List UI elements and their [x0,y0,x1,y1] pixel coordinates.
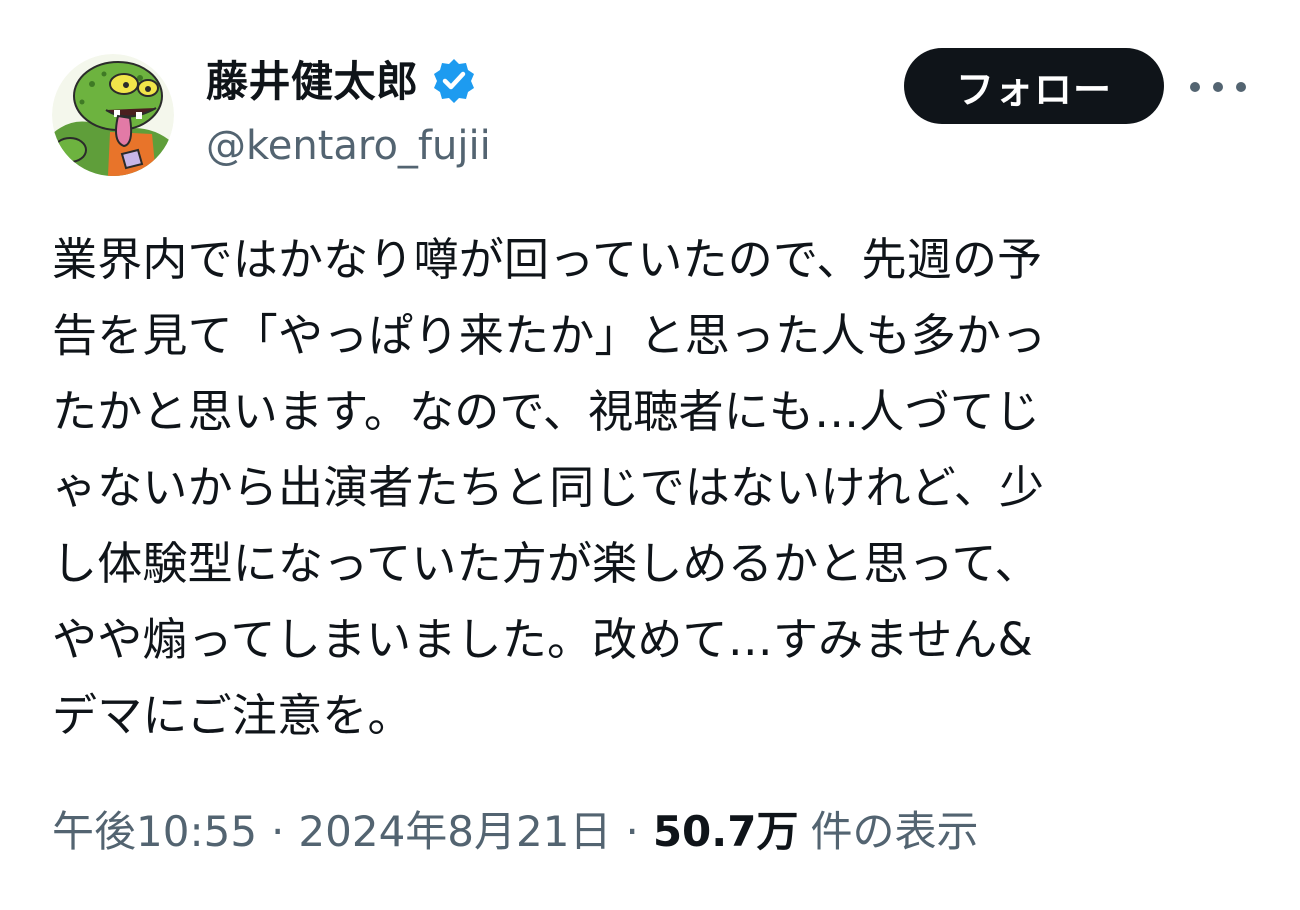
more-dot [1236,82,1246,92]
more-dot [1190,82,1200,92]
tweet-text-line: 業界内ではかなり噂が回っていたので、先週の予 [52,233,1043,286]
views-count: 50.7万 [652,807,799,856]
more-horizontal-icon[interactable] [1190,70,1246,104]
meta-separator: · [625,807,639,856]
tweet-text-line: し体験型になっていた方が楽しめるかと思って、 [52,537,1040,590]
tweet-text: 業界内ではかなり噂が回っていたので、先週の予 告を見て「やっぱり来たか」と思った… [52,222,1252,754]
tweet-text-line: やや煽ってしまいました。改めて…すみません& [52,613,1033,666]
verified-badge-icon[interactable] [429,57,479,107]
tweet-card: 藤井健太郎 @kentaro_fujii フォロー 業界内ではかなり噂が回ってい… [0,0,1300,910]
more-dot [1213,82,1223,92]
views-label: 件の表示 [810,807,979,856]
tweet-meta: 午後10:55 · 2024年8月21日 · 50.7万 件の表示 [52,800,978,864]
meta-separator: · [271,807,285,856]
tweet-text-line: ゃないから出演者たちと同じではないけれど、少 [52,461,1045,514]
tweet-text-line: デマにご注意を。 [52,689,413,742]
user-handle[interactable]: @kentaro_fujii [206,120,491,172]
tweet-date[interactable]: 2024年8月21日 [298,800,611,864]
tweet-text-line: 告を見て「やっぱり来たか」と思った人も多かっ [52,309,1047,362]
display-name-row: 藤井健太郎 [206,54,479,110]
tweet-text-line: たかと思います。なので、視聴者にも…人づてじ [52,385,1041,438]
follow-button[interactable]: フォロー [904,48,1164,124]
display-name[interactable]: 藤井健太郎 [206,54,419,110]
avatar[interactable] [52,54,174,176]
tweet-time[interactable]: 午後10:55 [52,800,257,864]
avatar-monster-illustration [52,54,174,176]
